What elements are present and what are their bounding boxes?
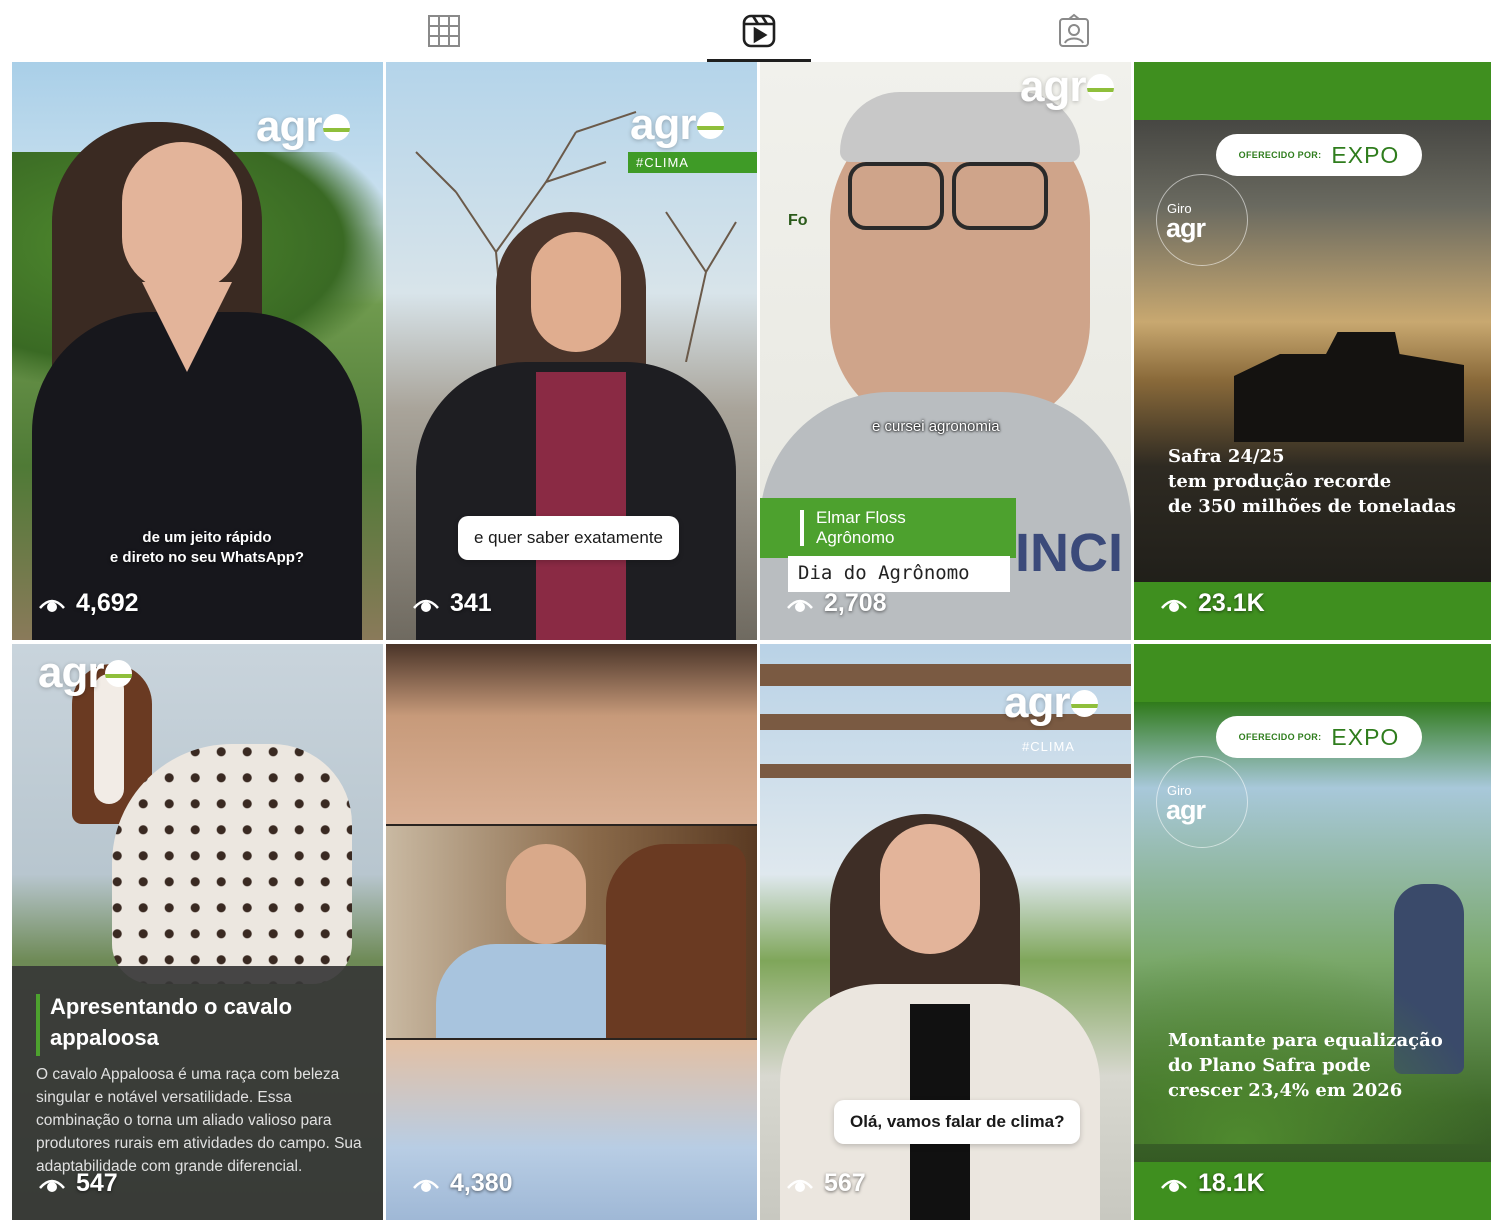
giro-agro-logo: Giro agr [1156, 756, 1248, 848]
agro-logo: agr [1004, 678, 1099, 728]
name-lower-third: Elmar Floss Agrônomo [760, 498, 1016, 558]
sponsor-logo: EXPO [1331, 141, 1400, 168]
reel-tile[interactable]: Fo INCI e cursei agronomia Elmar Floss A… [760, 62, 1131, 640]
sponsor-badge: OFERECIDO POR: EXPO [1216, 134, 1422, 176]
reel-tile[interactable]: OFERECIDO POR: EXPO Giro agr Montante pa… [1134, 644, 1491, 1220]
spotted-horse-body [112, 744, 352, 984]
tab-posts[interactable] [392, 0, 496, 62]
view-count: 2,708 [786, 589, 887, 618]
sweater-logo: INCI [1015, 523, 1123, 583]
profile-tab-bar [0, 0, 1491, 62]
view-count: 23.1K [1160, 589, 1265, 618]
video-caption: de um jeito rápido e direto no seu Whats… [109, 529, 305, 567]
video-caption: Olá, vamos falar de clima? [834, 1100, 1081, 1144]
article-body: O cavalo Appaloosa é uma raça com beleza… [36, 1066, 362, 1175]
agro-logo: agr [38, 648, 133, 698]
view-count: 567 [786, 1169, 866, 1198]
article-title: Apresentando o cavalo appaloosa [50, 994, 293, 1050]
reel-tile[interactable]: agr Apresentando o cavalo appaloosa O ca… [12, 644, 383, 1220]
sponsor-badge: OFERECIDO POR: EXPO [1216, 716, 1422, 758]
background-sign-text: Fo [788, 212, 808, 229]
agro-logo: agr [630, 100, 725, 150]
view-count: 4,692 [38, 589, 139, 618]
views-eye-icon [39, 599, 65, 612]
harvester-silhouette [1234, 332, 1464, 442]
green-header-band [1134, 644, 1491, 702]
giro-agro-logo: Giro agr [1156, 174, 1248, 266]
views-eye-icon [39, 1179, 65, 1192]
views-eye-icon [413, 599, 439, 612]
clima-tag: #CLIMA [628, 152, 757, 173]
presenter-face [880, 824, 980, 954]
green-header-band [1134, 62, 1491, 120]
view-count: 4,380 [412, 1169, 513, 1198]
reels-grid: agr de um jeito rápido e direto no seu W… [12, 62, 1491, 1220]
reels-icon [742, 14, 776, 48]
vet-face [506, 844, 586, 944]
person-name: Elmar Floss Agrônomo [816, 508, 906, 548]
glasses-left [848, 162, 944, 230]
reel-tile[interactable]: agr #CLIMA e quer saber exatamente 341 [386, 62, 757, 640]
grid-icon [428, 15, 460, 47]
presenter-top [536, 372, 626, 640]
view-count: 547 [38, 1169, 118, 1198]
reel-tile[interactable]: 4,380 [386, 644, 757, 1220]
tab-reels[interactable] [707, 0, 811, 62]
reel-tile[interactable]: agr #CLIMA Olá, vamos falar de clima? 56… [760, 644, 1131, 1220]
post-headline: Montante para equalização do Plano Safra… [1168, 1030, 1443, 1102]
video-subtitle: e cursei agronomia [872, 418, 1000, 435]
sponsor-logo: EXPO [1331, 723, 1400, 750]
tagged-icon [1059, 13, 1089, 47]
view-count: 18.1K [1160, 1169, 1265, 1198]
view-count: 341 [412, 589, 492, 618]
agro-logo: agr [256, 102, 351, 152]
reel-tile[interactable]: OFERECIDO POR: EXPO Giro agr Safra 24/25… [1134, 62, 1491, 640]
views-eye-icon [787, 1179, 813, 1192]
reel-tile[interactable]: agr de um jeito rápido e direto no seu W… [12, 62, 383, 640]
pergola-beam [760, 764, 1131, 778]
clima-tag: #CLIMA [1022, 739, 1075, 754]
video-caption: e quer saber exatamente [458, 516, 680, 560]
event-banner: Dia do Agrônomo [788, 556, 1010, 592]
presenter-face [531, 232, 621, 352]
views-eye-icon [1161, 599, 1187, 612]
tab-tagged[interactable] [1022, 0, 1126, 62]
glasses-right [952, 162, 1048, 230]
views-eye-icon [787, 599, 813, 612]
post-headline: Safra 24/25 tem produção recorde de 350 … [1168, 446, 1456, 518]
horse-head [606, 844, 746, 1038]
views-eye-icon [413, 1179, 439, 1192]
collage-forehead [386, 644, 757, 824]
agro-logo: agr [1020, 62, 1115, 112]
views-eye-icon [1161, 1179, 1187, 1192]
presenter-face [122, 142, 242, 292]
